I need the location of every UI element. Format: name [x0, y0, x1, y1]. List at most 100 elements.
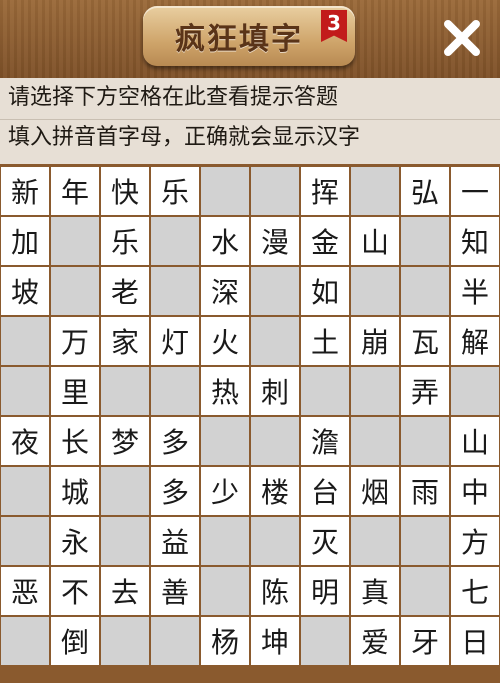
- grid-cell-filled[interactable]: 瓦: [400, 316, 450, 366]
- grid-cell-empty[interactable]: [250, 416, 300, 466]
- grid-cell-filled[interactable]: 崩: [350, 316, 400, 366]
- grid-cell-empty[interactable]: [250, 316, 300, 366]
- grid-cell-filled[interactable]: 山: [450, 416, 500, 466]
- grid-cell-filled[interactable]: 家: [100, 316, 150, 366]
- grid-cell-empty[interactable]: [100, 616, 150, 666]
- grid-cell-filled[interactable]: 新: [0, 166, 50, 216]
- grid-cell-filled[interactable]: 夜: [0, 416, 50, 466]
- grid-cell-filled[interactable]: 杨: [200, 616, 250, 666]
- grid-cell-filled[interactable]: 明: [300, 566, 350, 616]
- grid-cell-filled[interactable]: 陈: [250, 566, 300, 616]
- grid-cell-filled[interactable]: 去: [100, 566, 150, 616]
- grid-cell-filled[interactable]: 弘: [400, 166, 450, 216]
- grid-cell-filled[interactable]: 如: [300, 266, 350, 316]
- grid-cell-empty[interactable]: [100, 516, 150, 566]
- grid-cell-filled[interactable]: 热: [200, 366, 250, 416]
- grid-cell-empty[interactable]: [0, 316, 50, 366]
- grid-cell-empty[interactable]: [200, 566, 250, 616]
- grid-cell-empty[interactable]: [150, 366, 200, 416]
- grid-cell-filled[interactable]: 中: [450, 466, 500, 516]
- grid-cell-filled[interactable]: 加: [0, 216, 50, 266]
- grid-cell-filled[interactable]: 倒: [50, 616, 100, 666]
- grid-cell-filled[interactable]: 日: [450, 616, 500, 666]
- grid-cell-empty[interactable]: [350, 266, 400, 316]
- grid-cell-empty[interactable]: [400, 216, 450, 266]
- grid-cell-empty[interactable]: [0, 366, 50, 416]
- grid-cell-filled[interactable]: 雨: [400, 466, 450, 516]
- grid-cell-filled[interactable]: 七: [450, 566, 500, 616]
- grid-cell-filled[interactable]: 金: [300, 216, 350, 266]
- grid-cell-filled[interactable]: 火: [200, 316, 250, 366]
- grid-cell-empty[interactable]: [150, 266, 200, 316]
- grid-cell-empty[interactable]: [350, 366, 400, 416]
- grid-cell-filled[interactable]: 水: [200, 216, 250, 266]
- grid-cell-empty[interactable]: [50, 216, 100, 266]
- grid-cell-filled[interactable]: 梦: [100, 416, 150, 466]
- grid-cell-filled[interactable]: 坡: [0, 266, 50, 316]
- grid-cell-empty[interactable]: [150, 216, 200, 266]
- grid-cell-filled[interactable]: 年: [50, 166, 100, 216]
- grid-cell-filled[interactable]: 益: [150, 516, 200, 566]
- grid-cell-empty[interactable]: [250, 266, 300, 316]
- grid-cell-empty[interactable]: [50, 266, 100, 316]
- grid-cell-filled[interactable]: 永: [50, 516, 100, 566]
- grid-cell-filled[interactable]: 城: [50, 466, 100, 516]
- grid-cell-empty[interactable]: [400, 516, 450, 566]
- grid-cell-filled[interactable]: 爱: [350, 616, 400, 666]
- grid-cell-empty[interactable]: [400, 416, 450, 466]
- grid-cell-filled[interactable]: 弄: [400, 366, 450, 416]
- grid-cell-empty[interactable]: [0, 616, 50, 666]
- grid-cell-filled[interactable]: 乐: [100, 216, 150, 266]
- grid-cell-empty[interactable]: [400, 566, 450, 616]
- grid-cell-filled[interactable]: 真: [350, 566, 400, 616]
- grid-cell-empty[interactable]: [100, 466, 150, 516]
- grid-cell-empty[interactable]: [350, 416, 400, 466]
- grid-cell-empty[interactable]: [350, 516, 400, 566]
- grid-cell-empty[interactable]: [150, 616, 200, 666]
- grid-cell-filled[interactable]: 刺: [250, 366, 300, 416]
- grid-cell-filled[interactable]: 楼: [250, 466, 300, 516]
- close-button[interactable]: [436, 12, 488, 64]
- grid-cell-filled[interactable]: 长: [50, 416, 100, 466]
- grid-cell-empty[interactable]: [100, 366, 150, 416]
- grid-cell-filled[interactable]: 少: [200, 466, 250, 516]
- grid-cell-filled[interactable]: 土: [300, 316, 350, 366]
- grid-cell-filled[interactable]: 灭: [300, 516, 350, 566]
- grid-cell-filled[interactable]: 多: [150, 416, 200, 466]
- grid-cell-filled[interactable]: 牙: [400, 616, 450, 666]
- grid-cell-filled[interactable]: 万: [50, 316, 100, 366]
- grid-cell-empty[interactable]: [200, 416, 250, 466]
- grid-cell-filled[interactable]: 山: [350, 216, 400, 266]
- grid-cell-filled[interactable]: 深: [200, 266, 250, 316]
- grid-cell-filled[interactable]: 里: [50, 366, 100, 416]
- grid-cell-filled[interactable]: 澹: [300, 416, 350, 466]
- grid-cell-filled[interactable]: 不: [50, 566, 100, 616]
- grid-cell-filled[interactable]: 多: [150, 466, 200, 516]
- grid-cell-empty[interactable]: [300, 366, 350, 416]
- grid-cell-filled[interactable]: 方: [450, 516, 500, 566]
- grid-cell-filled[interactable]: 半: [450, 266, 500, 316]
- grid-cell-filled[interactable]: 挥: [300, 166, 350, 216]
- grid-cell-empty[interactable]: [350, 166, 400, 216]
- grid-cell-filled[interactable]: 坤: [250, 616, 300, 666]
- grid-cell-empty[interactable]: [400, 266, 450, 316]
- grid-cell-empty[interactable]: [450, 366, 500, 416]
- grid-cell-filled[interactable]: 灯: [150, 316, 200, 366]
- grid-cell-filled[interactable]: 善: [150, 566, 200, 616]
- grid-cell-filled[interactable]: 知: [450, 216, 500, 266]
- grid-cell-empty[interactable]: [250, 516, 300, 566]
- grid-cell-filled[interactable]: 乐: [150, 166, 200, 216]
- grid-cell-empty[interactable]: [200, 166, 250, 216]
- grid-cell-filled[interactable]: 台: [300, 466, 350, 516]
- grid-cell-filled[interactable]: 恶: [0, 566, 50, 616]
- grid-cell-empty[interactable]: [300, 616, 350, 666]
- grid-cell-empty[interactable]: [0, 466, 50, 516]
- grid-cell-empty[interactable]: [0, 516, 50, 566]
- grid-cell-filled[interactable]: 一: [450, 166, 500, 216]
- grid-cell-empty[interactable]: [250, 166, 300, 216]
- grid-cell-filled[interactable]: 漫: [250, 216, 300, 266]
- grid-cell-filled[interactable]: 老: [100, 266, 150, 316]
- grid-cell-filled[interactable]: 解: [450, 316, 500, 366]
- grid-cell-empty[interactable]: [200, 516, 250, 566]
- grid-cell-filled[interactable]: 快: [100, 166, 150, 216]
